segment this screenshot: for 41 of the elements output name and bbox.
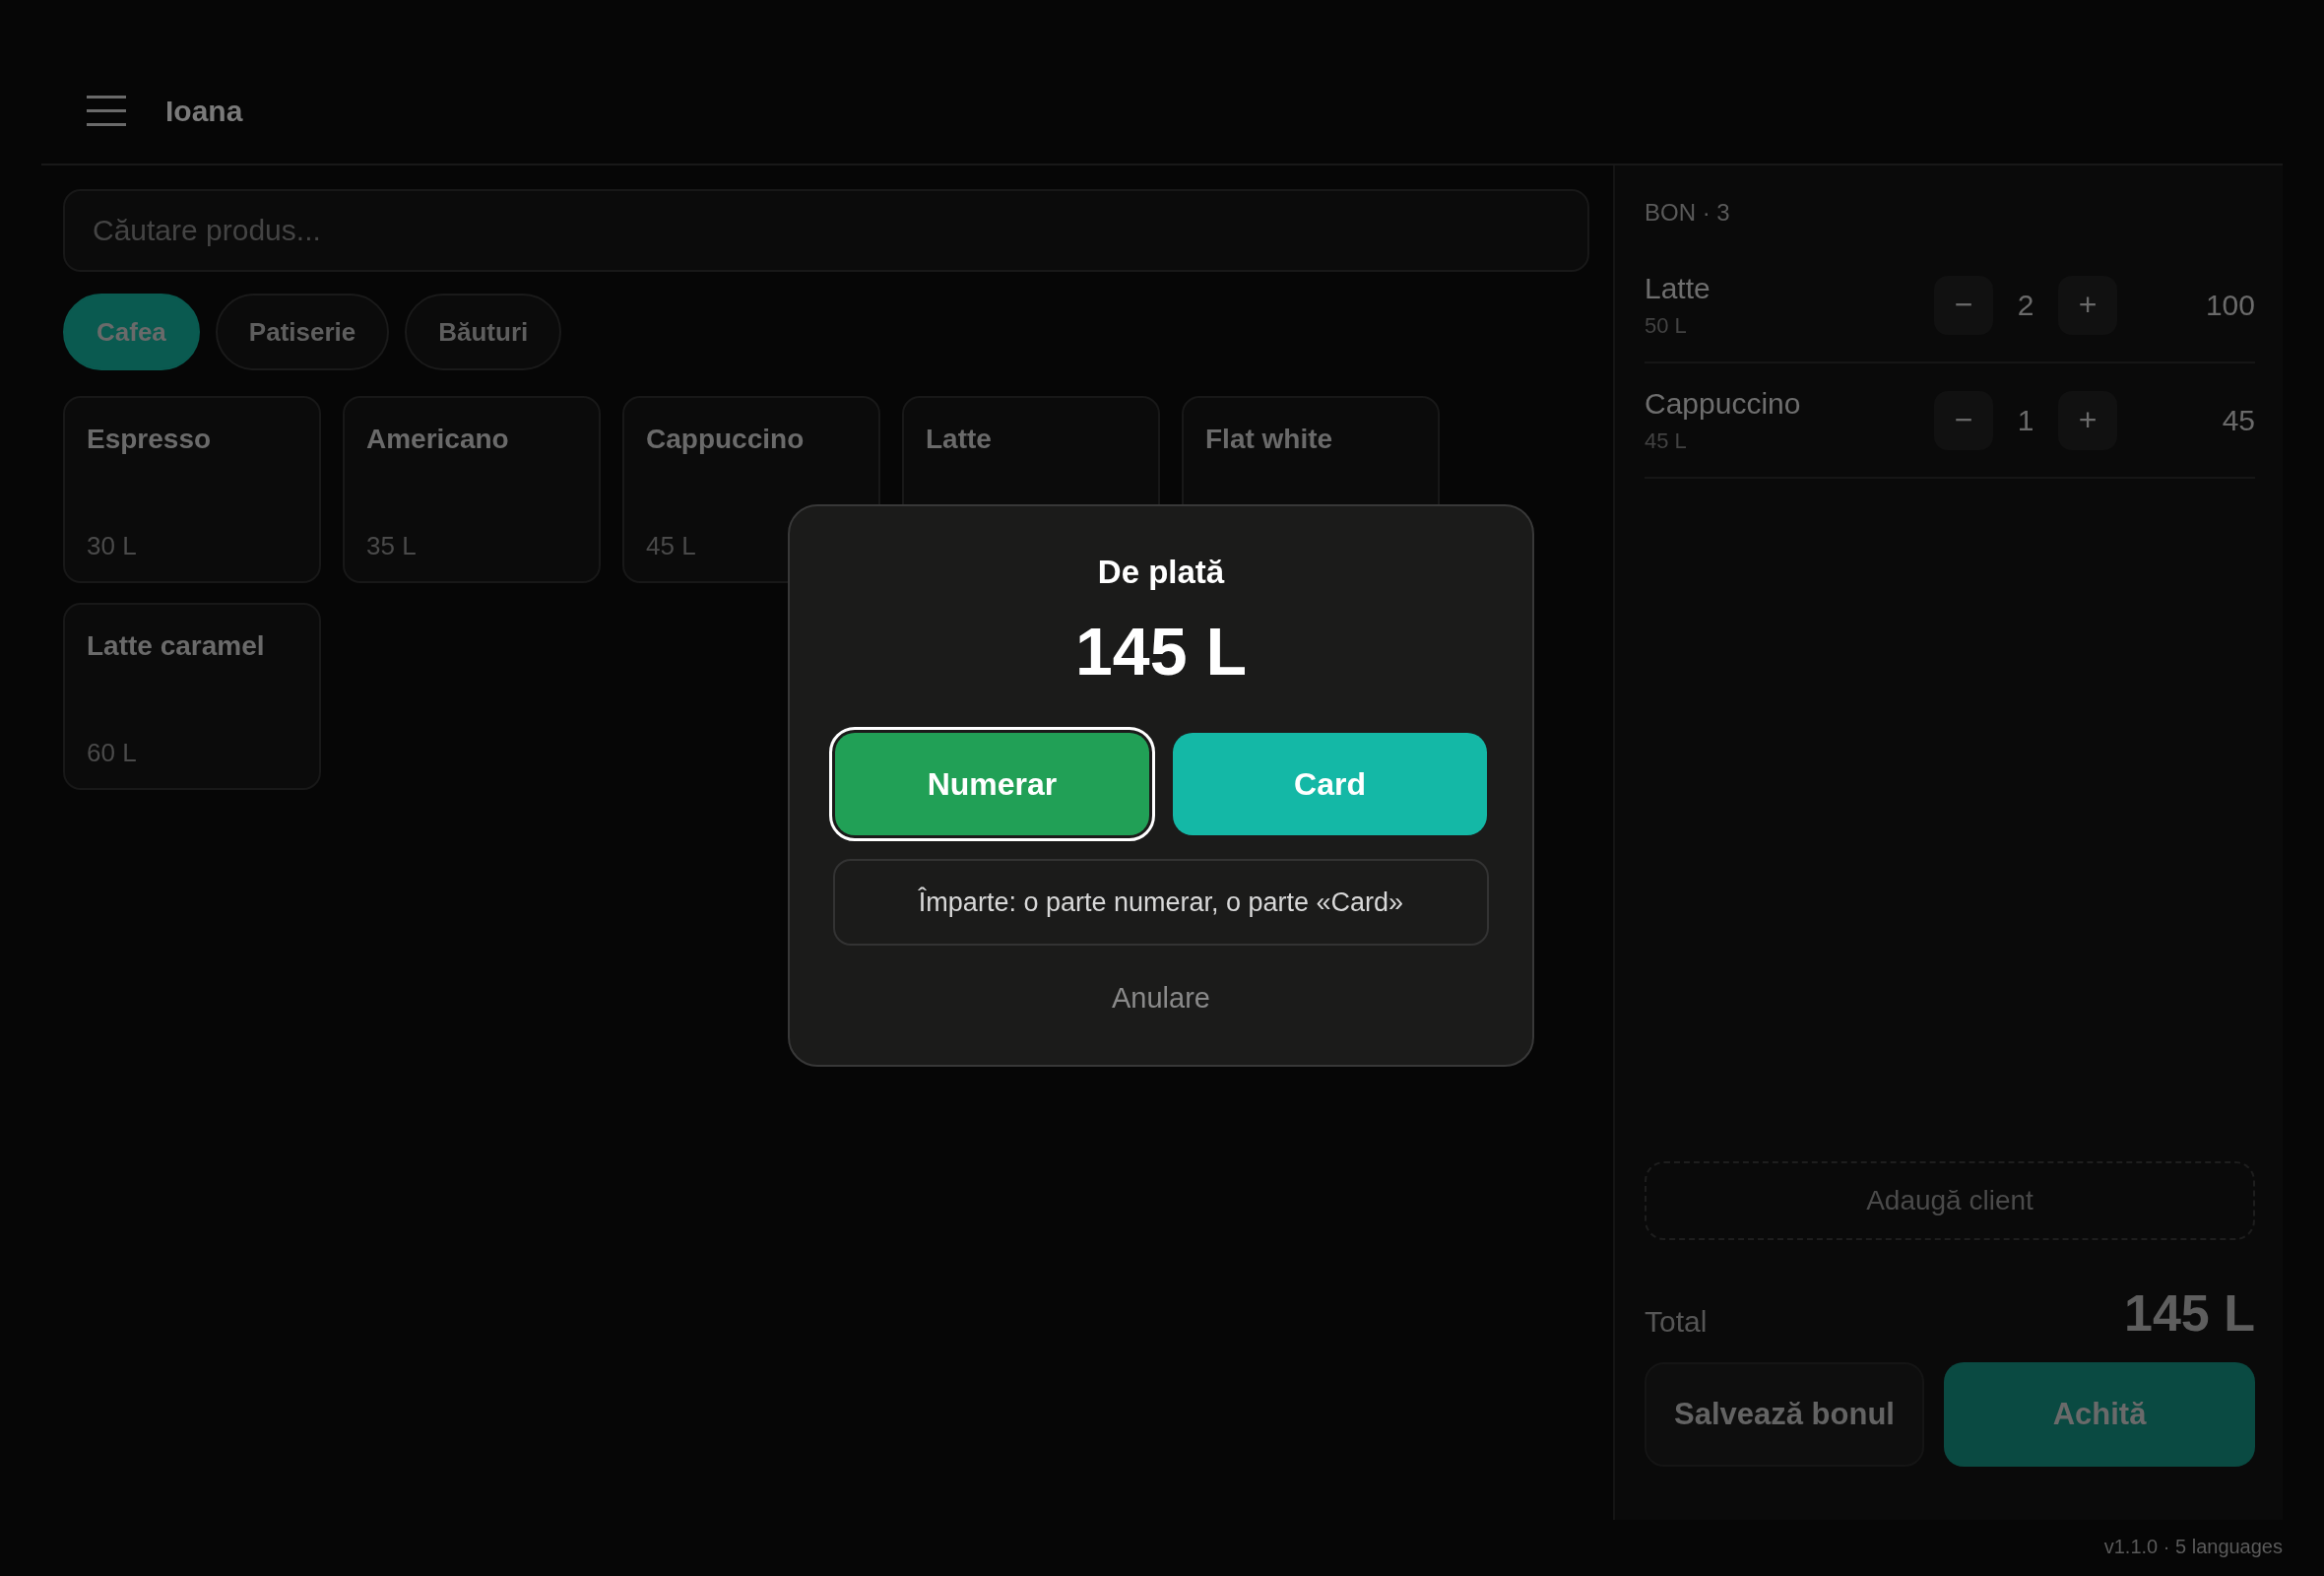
total-label: Total	[1645, 1305, 1708, 1340]
decrement-button[interactable]: −	[1934, 390, 1993, 450]
quantity: 1	[2016, 403, 2035, 437]
receipt-title: BON · 3	[1645, 199, 1731, 227]
product-name: Flat white	[1205, 424, 1334, 455]
item-name: Cappuccino	[1645, 386, 1802, 421]
line-total: 45	[2221, 403, 2255, 437]
increment-button[interactable]: +	[2058, 275, 2117, 335]
item-name: Latte	[1645, 271, 1711, 305]
line-total: 100	[2204, 288, 2255, 322]
product-price: 60 L	[87, 738, 138, 768]
product-price: 35 L	[366, 531, 418, 561]
menu-icon[interactable]	[87, 94, 126, 129]
version-text: v1.1.0 · 5 languages	[2103, 1536, 2283, 1557]
quantity: 2	[2016, 288, 2035, 322]
split-payment-button[interactable]: Împarte: o parte numerar, o parte «Card»	[833, 859, 1489, 946]
search-field[interactable]: Căutare produs...	[63, 189, 1589, 272]
product-price: 45 L	[646, 531, 697, 561]
product-name: Americano	[366, 424, 510, 455]
add-client-button[interactable]: Adaugă client	[1645, 1161, 2255, 1240]
category-tab[interactable]: Băuturi	[405, 294, 562, 370]
product-name: Latte caramel	[87, 630, 266, 662]
decrement-button[interactable]: −	[1934, 275, 1993, 335]
product-card[interactable]: Latte caramel 60 L	[63, 603, 321, 790]
amount-due: 145 L	[1074, 613, 1248, 690]
pay-button[interactable]: Achită	[1944, 1362, 2255, 1467]
product-name: Espresso	[87, 424, 213, 455]
product-card[interactable]: Americano 35 L	[343, 396, 601, 583]
category-tab[interactable]: Patiserie	[215, 294, 390, 370]
unit-price: 50 L	[1645, 312, 1688, 339]
product-name: Cappuccino	[646, 424, 806, 455]
product-card[interactable]: Espresso 30 L	[63, 396, 321, 583]
product-price: 30 L	[87, 531, 138, 561]
payment-method-button[interactable]: Card	[1173, 733, 1487, 835]
unit-price: 45 L	[1645, 427, 1688, 454]
user-name: Ioana	[165, 95, 243, 128]
total-amount: 145 L	[2124, 1283, 2255, 1343]
product-name: Latte	[926, 424, 993, 455]
save-button[interactable]: Salvează bonul	[1645, 1362, 1924, 1467]
cancel-button[interactable]: Anulare	[1106, 981, 1216, 1016]
increment-button[interactable]: +	[2058, 390, 2117, 450]
